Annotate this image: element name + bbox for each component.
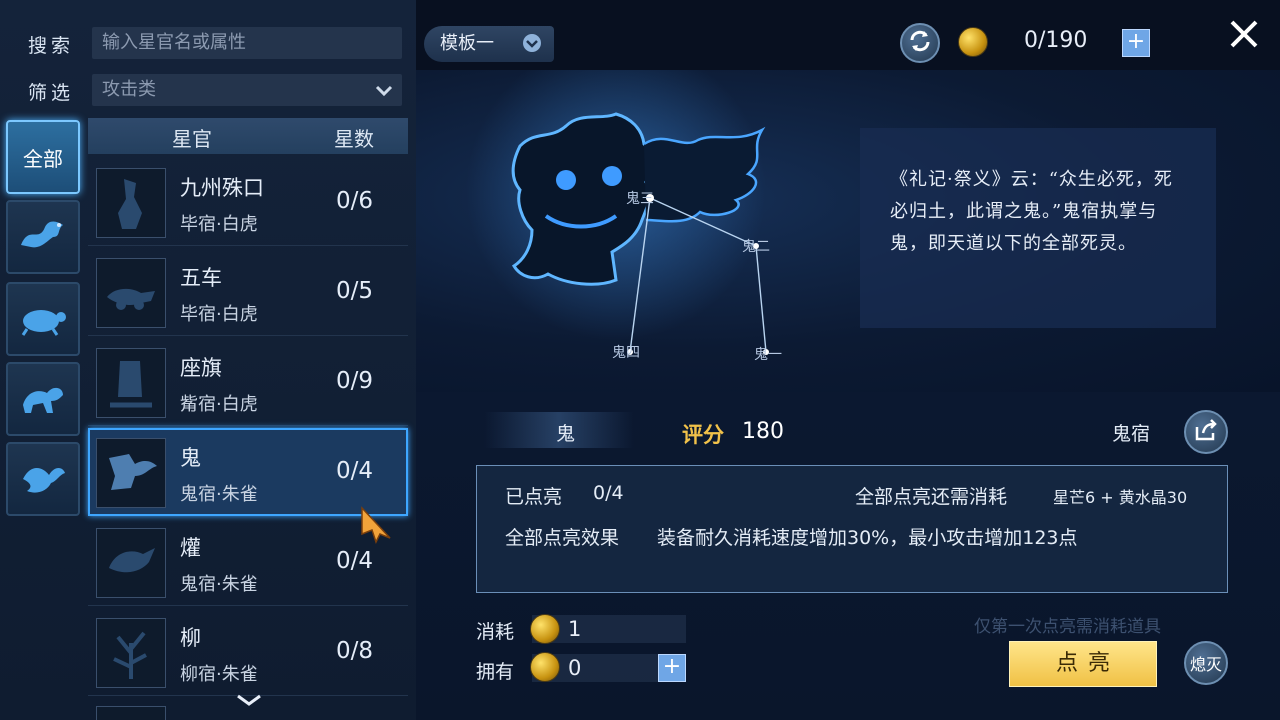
list-item[interactable]: 柳 柳宿·朱雀 0/8: [88, 608, 408, 696]
azure-dragon-icon: [17, 215, 69, 259]
tab-black-tortoise[interactable]: [6, 282, 80, 356]
lighting-info-box: 已点亮 0/4 全部点亮还需消耗 星芒6 + 黄水晶30 全部点亮效果 装备耐久…: [476, 465, 1228, 593]
star-label: 鬼二: [742, 239, 770, 255]
extinguish-label: 熄灭: [1189, 655, 1222, 674]
list-header-name: 星官: [172, 127, 212, 151]
list-item-mansion: 鬼宿·朱雀: [180, 574, 258, 595]
share-button[interactable]: [1184, 410, 1228, 454]
constellation-description: 《礼记·祭义》云：“众生必死，死必归土，此谓之鬼。”鬼宿执掌与鬼，即天道以下的全…: [860, 128, 1216, 328]
own-label: 拥有: [476, 661, 515, 683]
currency-count: 0/190: [1024, 28, 1088, 53]
constellation-thumbnail-icon: [96, 438, 166, 508]
list-item-count: 0/8: [336, 638, 374, 664]
list-item-selected[interactable]: 鬼 鬼宿·朱雀 0/4: [88, 428, 408, 516]
template-dropdown[interactable]: 模板一: [424, 26, 554, 62]
close-icon: [1226, 20, 1262, 56]
gold-orb-icon: [530, 652, 560, 682]
extinguish-button[interactable]: 熄灭: [1184, 641, 1228, 685]
list-item[interactable]: 座旗 觜宿·白虎 0/9: [88, 338, 408, 426]
close-button[interactable]: [1226, 16, 1262, 56]
filter-dropdown[interactable]: 攻击类: [92, 74, 402, 106]
black-tortoise-icon: [17, 297, 69, 341]
list-item[interactable]: 五车 毕宿·白虎 0/5: [88, 248, 408, 336]
list-item-count: 0/4: [336, 458, 374, 484]
chevron-down-icon: [522, 28, 542, 71]
cost-label: 消耗: [476, 621, 515, 643]
list-item-name: 柳: [180, 626, 201, 650]
add-item-button[interactable]: +: [658, 654, 686, 682]
constellation-thumbnail-icon: [96, 258, 166, 328]
gold-orb-icon: [958, 27, 988, 57]
constellation-thumbnail-icon: [96, 168, 166, 238]
gold-orb-icon: [530, 614, 560, 644]
list-item-mansion: 鬼宿·朱雀: [180, 484, 258, 505]
list-item-mansion: 毕宿·白虎: [180, 304, 258, 325]
own-value: 0: [568, 656, 582, 680]
list-item-mansion: 觜宿·白虎: [180, 394, 258, 415]
list-header: 星官 星数: [88, 118, 408, 154]
list-item-mansion: 柳宿·朱雀: [180, 664, 258, 685]
effect-value: 装备耐久消耗速度增加30%，最小攻击增加123点: [657, 527, 1078, 549]
cursor-arrow-icon: [360, 504, 396, 548]
list-item[interactable]: 九州殊口 毕宿·白虎 0/6: [88, 158, 408, 246]
constellation-thumbnail-icon: [96, 618, 166, 688]
tab-vermilion-bird[interactable]: [6, 442, 80, 516]
add-currency-button[interactable]: +: [1122, 29, 1150, 57]
tab-all-label: 全部: [23, 146, 63, 171]
template-value: 模板一: [440, 33, 494, 54]
list-item-name: 鬼: [180, 446, 201, 470]
refresh-icon: [907, 28, 933, 58]
list-item-name: 九州殊口: [180, 176, 264, 200]
list-item-count: 0/9: [336, 368, 374, 394]
filter-value: 攻击类: [102, 79, 156, 100]
lit-value: 0/4: [593, 482, 624, 504]
search-label: 搜索: [28, 35, 75, 57]
list-item-name: 爟: [180, 536, 201, 560]
cost-value: 1: [568, 617, 582, 641]
list-item-mansion: 毕宿·白虎: [180, 214, 258, 235]
list-item-partial: [96, 706, 166, 720]
star-label: 鬼一: [754, 347, 782, 363]
star-label: 鬼四: [612, 345, 640, 361]
chevron-down-icon: [374, 74, 394, 117]
cost-all-label: 全部点亮还需消耗: [855, 486, 1008, 508]
vermilion-bird-icon: [17, 457, 69, 501]
constellation-thumbnail-icon: [96, 348, 166, 418]
first-time-note: 仅第一次点亮需消耗道具: [974, 617, 1161, 637]
constellation-thumbnail-icon: [96, 528, 166, 598]
score-label: 评分: [682, 423, 724, 447]
tab-white-tiger[interactable]: [6, 362, 80, 436]
lit-label: 已点亮: [505, 486, 563, 508]
list-item-name: 五车: [180, 266, 222, 290]
cost-all-value: 星芒6 + 黄水晶30: [1053, 488, 1188, 507]
share-icon: [1193, 417, 1219, 447]
light-button[interactable]: 点亮: [1009, 641, 1157, 687]
search-input[interactable]: 输入星官名或属性: [92, 27, 402, 59]
list-item-count: 0/5: [336, 278, 374, 304]
mansion-name: 鬼宿: [1112, 423, 1151, 445]
list-header-count: 星数: [334, 127, 374, 151]
filter-label: 筛选: [28, 82, 75, 104]
scroll-down-chevron-icon[interactable]: [234, 692, 264, 712]
score-value: 180: [742, 419, 784, 444]
constellation-name: 鬼: [556, 423, 576, 445]
list-item-count: 0/4: [336, 548, 374, 574]
tab-all[interactable]: 全部: [6, 120, 80, 194]
star-label: 鬼三: [626, 191, 654, 207]
tab-azure-dragon[interactable]: [6, 200, 80, 274]
white-tiger-icon: [17, 377, 69, 421]
effect-label: 全部点亮效果: [505, 527, 620, 549]
refresh-button[interactable]: [900, 23, 940, 63]
list-item-name: 座旗: [180, 356, 222, 380]
list-item-count: 0/6: [336, 188, 374, 214]
